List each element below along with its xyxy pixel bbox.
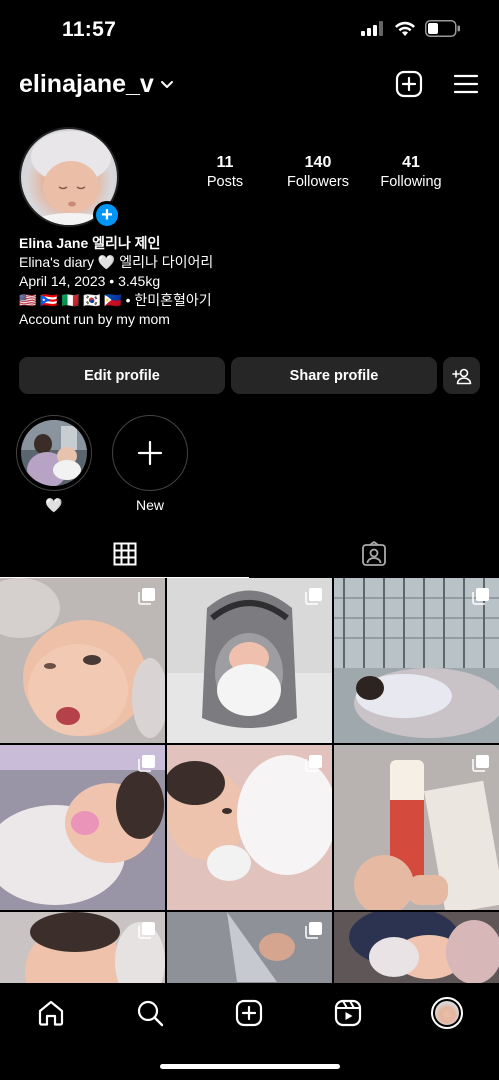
stat-posts[interactable]: 11 Posts (175, 154, 275, 190)
grid-icon (113, 542, 136, 566)
multiple-photos-icon (138, 922, 155, 939)
post-thumbnail[interactable] (167, 912, 332, 983)
new-highlight-button[interactable]: New (112, 415, 188, 513)
create-post-icon[interactable] (395, 70, 423, 98)
highlight-cover (16, 415, 92, 491)
create-icon (235, 999, 263, 1027)
multiple-photos-icon (472, 755, 489, 772)
search-icon (137, 1000, 164, 1027)
profile-tabs (0, 530, 499, 578)
nav-search[interactable] (134, 997, 166, 1029)
signal-icon (361, 21, 383, 36)
post-thumbnail[interactable] (0, 578, 165, 743)
multiple-photos-icon (472, 588, 489, 605)
multiple-photos-icon (138, 755, 155, 772)
discover-people-button[interactable] (443, 357, 480, 394)
username: elinajane_v (19, 70, 154, 98)
multiple-photos-icon (305, 755, 322, 772)
status-icons (361, 20, 461, 37)
home-indicator[interactable] (160, 1064, 340, 1069)
tab-posts-grid[interactable] (0, 530, 249, 578)
home-icon (38, 1000, 64, 1026)
display-name: Elina Jane 엘리나 제인 (19, 235, 161, 251)
highlight-item[interactable]: 🤍 (16, 415, 92, 514)
edit-profile-button[interactable]: Edit profile (19, 357, 225, 394)
stat-label: Following (380, 174, 442, 190)
post-thumbnail[interactable] (0, 912, 165, 983)
stat-label: Followers (286, 174, 350, 190)
add-story-badge[interactable]: + (93, 201, 121, 229)
stat-number: 140 (304, 154, 332, 171)
multiple-photos-icon (305, 922, 322, 939)
nav-profile[interactable] (431, 997, 463, 1029)
share-profile-button[interactable]: Share profile (231, 357, 437, 394)
plus-icon (137, 440, 163, 466)
profile-avatar[interactable]: + (19, 127, 121, 229)
wifi-icon (395, 21, 415, 36)
profile-avatar-small (431, 997, 463, 1029)
battery-icon (425, 20, 460, 37)
account-switcher[interactable]: elinajane_v (19, 70, 174, 99)
post-thumbnail[interactable] (334, 578, 499, 743)
bio-line: April 14, 2023 • 3.45kg (19, 273, 161, 289)
stat-label: Posts (206, 174, 244, 190)
status-time: 11:57 (62, 18, 117, 41)
tagged-icon (361, 541, 386, 566)
chevron-down-icon (160, 80, 173, 88)
status-bar: 11:57 (0, 0, 499, 60)
tab-tagged[interactable] (249, 530, 498, 578)
add-person-icon (451, 368, 471, 384)
new-highlight-circle (112, 415, 188, 491)
nav-home[interactable] (35, 997, 67, 1029)
bio-line: Elina's diary 🤍 엘리나 다이어리 (19, 254, 214, 270)
post-thumbnail[interactable] (0, 745, 165, 910)
profile-stats: 11 Posts 140 Followers 41 Following (180, 154, 480, 194)
multiple-photos-icon (305, 588, 322, 605)
highlight-label: 🤍 (45, 497, 63, 513)
stat-number: 11 (216, 154, 234, 171)
stat-followers[interactable]: 140 Followers (268, 154, 368, 190)
multiple-photos-icon (138, 588, 155, 605)
bio-line: 🇺🇸 🇵🇷 🇮🇹 🇰🇷 🇵🇭 • 한미혼혈아기 (19, 292, 212, 308)
posts-grid (0, 578, 499, 983)
stat-number: 41 (402, 154, 420, 171)
post-thumbnail[interactable] (167, 578, 332, 743)
nav-create[interactable] (233, 997, 265, 1029)
reels-icon (334, 999, 362, 1027)
stat-following[interactable]: 41 Following (361, 154, 461, 190)
post-thumbnail[interactable] (167, 745, 332, 910)
post-thumbnail[interactable] (334, 745, 499, 910)
profile-actions: Edit profile Share profile (19, 357, 480, 394)
bio-line: Account run by my mom (19, 311, 170, 327)
nav-reels[interactable] (332, 997, 364, 1029)
highlight-label: New (135, 497, 164, 513)
menu-icon[interactable] (453, 73, 479, 95)
post-thumbnail[interactable] (334, 912, 499, 983)
profile-bio: Elina Jane 엘리나 제인 Elina's diary 🤍 엘리나 다이… (19, 234, 213, 329)
profile-header: elinajane_v (0, 62, 499, 108)
